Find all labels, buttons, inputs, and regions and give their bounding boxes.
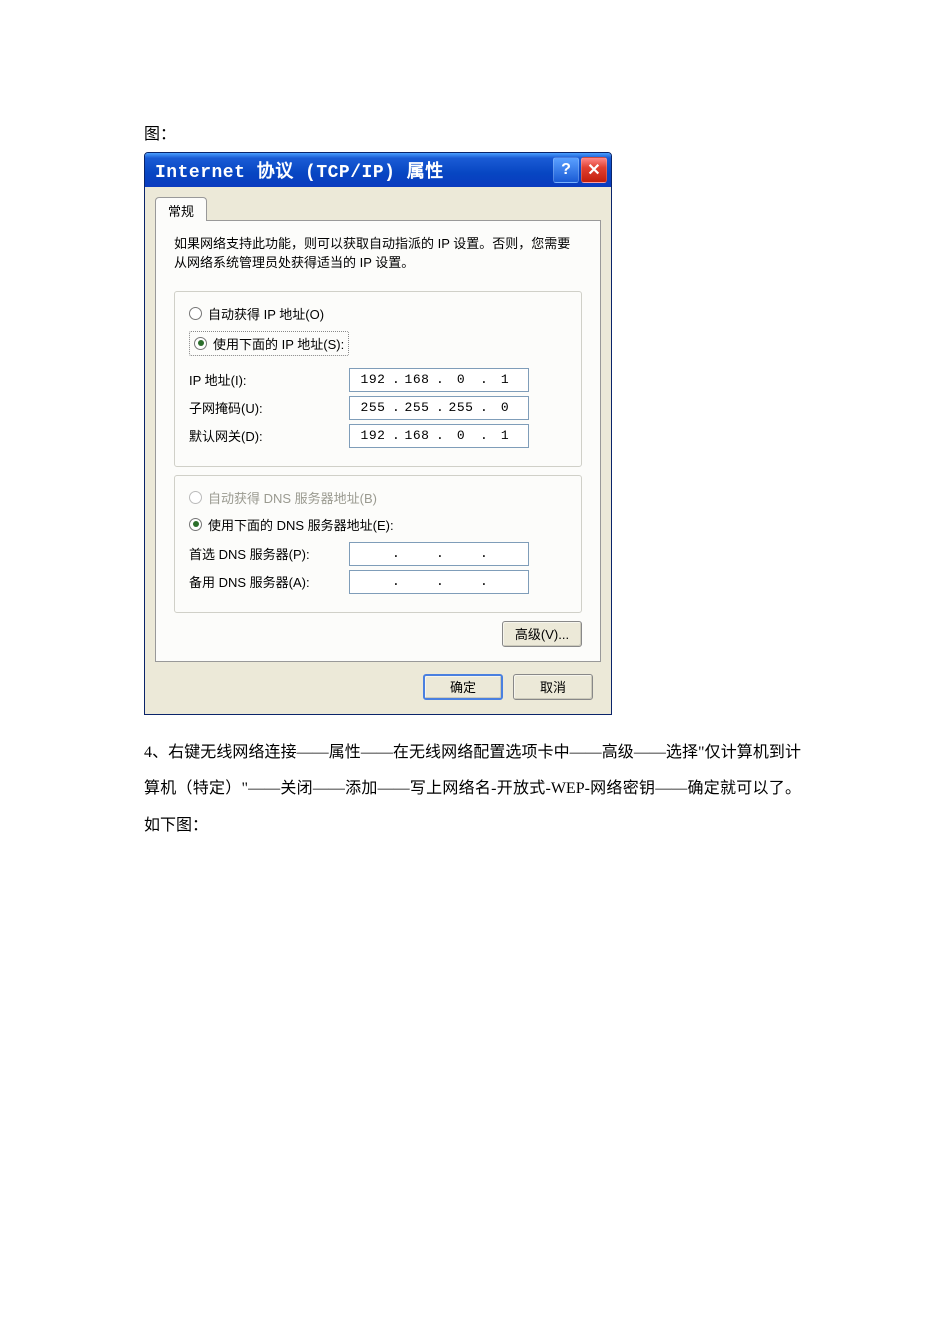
subnet-mask-label: 子网掩码(U): <box>189 398 349 417</box>
primary-dns-row: 首选 DNS 服务器(P): . . . <box>189 542 567 566</box>
description-text: 如果网络支持此功能，则可以获取自动指派的 IP 设置。否则，您需要从网络系统管理… <box>174 235 582 273</box>
ip-seg: 0 <box>486 400 524 415</box>
ip-seg: 255 <box>354 400 392 415</box>
ip-address-label: IP 地址(I): <box>189 370 349 389</box>
ip-seg: 1 <box>486 428 524 443</box>
subnet-mask-row: 子网掩码(U): 255. 255. 255. 0 <box>189 396 567 420</box>
radio-label: 自动获得 IP 地址(O) <box>208 304 324 323</box>
help-button[interactable]: ? <box>553 157 579 183</box>
alt-dns-input[interactable]: . . . <box>349 570 529 594</box>
radio-auto-ip[interactable]: 自动获得 IP 地址(O) <box>189 304 567 323</box>
ip-seg: 168 <box>398 428 436 443</box>
radio-label: 使用下面的 DNS 服务器地址(E): <box>208 515 394 534</box>
radio-auto-dns: 自动获得 DNS 服务器地址(B) <box>189 488 567 507</box>
alt-dns-row: 备用 DNS 服务器(A): . . . <box>189 570 567 594</box>
radio-icon <box>189 307 202 320</box>
dialog-title: Internet 协议 (TCP/IP) 属性 <box>155 157 553 183</box>
ip-dot: . <box>480 546 486 561</box>
ip-dot: . <box>436 574 442 589</box>
ip-address-input[interactable]: 192. 168. 0. 1 <box>349 368 529 392</box>
help-icon: ? <box>561 161 571 179</box>
subnet-mask-input[interactable]: 255. 255. 255. 0 <box>349 396 529 420</box>
gateway-input[interactable]: 192. 168. 0. 1 <box>349 424 529 448</box>
gateway-row: 默认网关(D): 192. 168. 0. 1 <box>189 424 567 448</box>
ip-seg: 0 <box>442 372 480 387</box>
ip-dot: . <box>392 546 398 561</box>
ip-address-row: IP 地址(I): 192. 168. 0. 1 <box>189 368 567 392</box>
tab-strip: 常规 <box>155 197 601 221</box>
ip-seg: 192 <box>354 372 392 387</box>
close-button[interactable]: ✕ <box>581 157 607 183</box>
alt-dns-label: 备用 DNS 服务器(A): <box>189 572 349 591</box>
radio-manual-dns[interactable]: 使用下面的 DNS 服务器地址(E): <box>189 515 567 534</box>
ip-seg: 168 <box>398 372 436 387</box>
dns-settings-group: 自动获得 DNS 服务器地址(B) 使用下面的 DNS 服务器地址(E): 首选… <box>174 475 582 613</box>
gateway-label: 默认网关(D): <box>189 426 349 445</box>
tab-panel-general: 如果网络支持此功能，则可以获取自动指派的 IP 设置。否则，您需要从网络系统管理… <box>155 220 601 662</box>
radio-icon <box>189 491 202 504</box>
dialog-footer: 确定 取消 <box>155 662 601 700</box>
ip-seg: 255 <box>442 400 480 415</box>
primary-dns-input[interactable]: . . . <box>349 542 529 566</box>
ip-dot: . <box>392 574 398 589</box>
step-4-paragraph: 4、右键无线网络连接——属性——在无线网络配置选项卡中——高级——选择"仅计算机… <box>144 735 801 845</box>
radio-manual-ip[interactable]: 使用下面的 IP 地址(S): <box>189 331 349 356</box>
ip-seg: 255 <box>398 400 436 415</box>
tab-general[interactable]: 常规 <box>155 197 207 221</box>
intro-text: 图： <box>144 120 801 144</box>
radio-label: 使用下面的 IP 地址(S): <box>213 334 344 353</box>
radio-icon <box>189 518 202 531</box>
radio-icon <box>194 337 207 350</box>
ip-dot: . <box>480 574 486 589</box>
advanced-button[interactable]: 高级(V)... <box>502 621 582 647</box>
ip-dot: . <box>436 546 442 561</box>
primary-dns-label: 首选 DNS 服务器(P): <box>189 544 349 563</box>
ip-seg: 192 <box>354 428 392 443</box>
dialog-titlebar[interactable]: Internet 协议 (TCP/IP) 属性 ? ✕ <box>145 153 611 187</box>
ip-seg: 0 <box>442 428 480 443</box>
cancel-button[interactable]: 取消 <box>513 674 593 700</box>
ip-seg: 1 <box>486 372 524 387</box>
close-icon: ✕ <box>587 160 600 180</box>
tcpip-properties-dialog: Internet 协议 (TCP/IP) 属性 ? ✕ 常规 如果网络支持此功能… <box>144 152 612 715</box>
ip-settings-group: 自动获得 IP 地址(O) 使用下面的 IP 地址(S): IP 地址(I): … <box>174 291 582 467</box>
radio-label: 自动获得 DNS 服务器地址(B) <box>208 488 377 507</box>
ok-button[interactable]: 确定 <box>423 674 503 700</box>
